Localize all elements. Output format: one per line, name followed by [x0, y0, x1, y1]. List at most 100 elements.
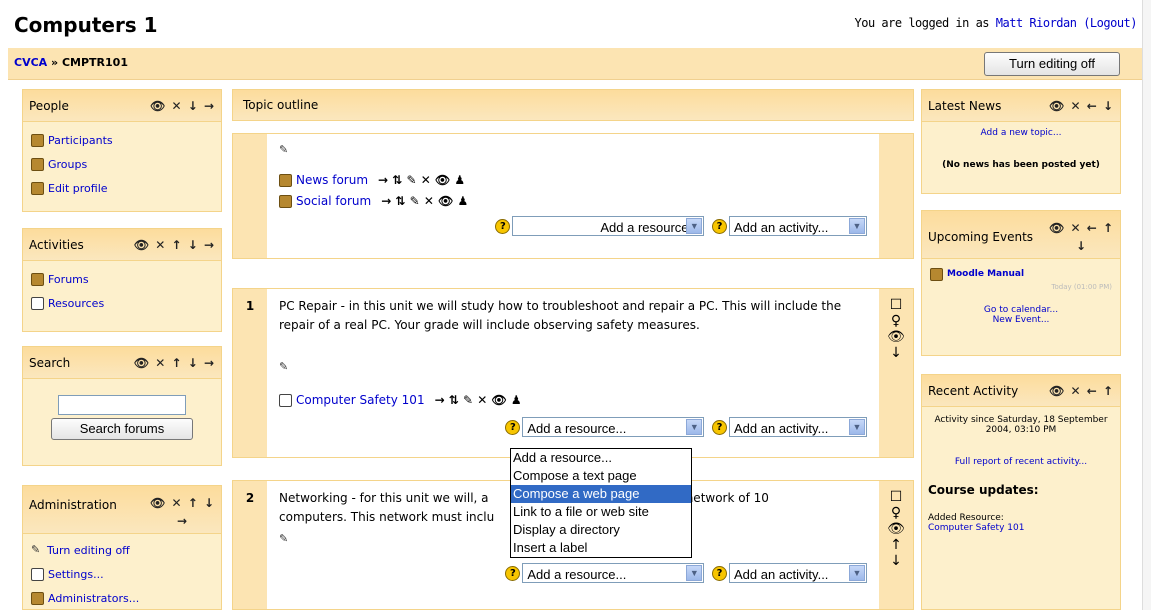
help-icon[interactable]: ? [495, 218, 511, 234]
add-resource-select[interactable]: Add a resource... ▼ [522, 563, 705, 583]
section-2-controls[interactable]: ☐ ♀ 👁 ↑ ↓ [879, 481, 913, 609]
dropdown-option[interactable]: Link to a file or web site [511, 503, 691, 521]
upcoming-events-controls[interactable]: 👁 ✕ ← ↑ ↓ [1049, 219, 1114, 255]
help-icon[interactable]: ? [505, 419, 521, 435]
computer-safety-link[interactable]: Computer Safety 101 [296, 391, 425, 410]
upcoming-events-controls-row1[interactable]: 👁 ✕ ← ↑ [1049, 221, 1114, 235]
login-info: You are logged in as Matt Riordan (Logou… [855, 16, 1138, 30]
forum-icon [31, 272, 44, 286]
search-forums-button[interactable]: Search forums [51, 418, 193, 440]
section-1-edit-summary[interactable]: ✎ [279, 357, 867, 389]
section-1-controls[interactable]: ☐ ♀ 👁 ↓ [879, 289, 913, 457]
add-activity-select[interactable]: Add an activity... ▼ [729, 563, 867, 583]
latest-news-block-header: Latest News 👁 ✕ ← ↓ [922, 90, 1120, 122]
dropdown-option[interactable]: Display a directory [511, 521, 691, 539]
user-link[interactable]: Matt Riordan [996, 16, 1077, 30]
news-forum-row: News forum → ⇅ ✎ ✕ 👁 ♟ [279, 170, 867, 191]
eye-icon: 👁 [887, 329, 905, 345]
edit-profile-link[interactable]: Edit profile [31, 176, 213, 200]
activities-block-header: Activities 👁 ✕ ↑ ↓ → [23, 229, 221, 261]
dropdown-option[interactable]: Insert a label [511, 539, 691, 557]
new-event-link[interactable]: New Event... [993, 315, 1050, 325]
help-icon[interactable]: ? [712, 419, 727, 435]
add-activity-select[interactable]: Add an activity... ▼ [729, 216, 867, 236]
add-resource-select-open[interactable]: Add a resource... ▼ [522, 417, 705, 437]
groups-link[interactable]: Groups [31, 152, 213, 176]
help-icon[interactable]: ? [712, 218, 727, 234]
recent-activity-block: Recent Activity 👁 ✕ ← ↑ Activity since S… [921, 374, 1121, 610]
resources-link[interactable]: Resources [31, 291, 213, 315]
settings-label[interactable]: Settings... [48, 568, 104, 581]
move-down-icon: ↓ [890, 345, 902, 361]
pencil-icon[interactable]: ✎ [279, 143, 291, 156]
chevron-down-icon: ▼ [686, 565, 703, 581]
recent-activity-controls[interactable]: 👁 ✕ ← ↑ [1049, 384, 1114, 398]
course-updates-title: Course updates: [928, 483, 1039, 497]
social-forum-controls[interactable]: → ⇅ ✎ ✕ 👁 ♟ [381, 192, 468, 211]
pencil-icon[interactable]: ✎ [279, 532, 291, 545]
administrators-label[interactable]: Administrators... [48, 592, 139, 605]
activities-block-controls[interactable]: 👁 ✕ ↑ ↓ → [134, 238, 215, 252]
settings-link[interactable]: Settings... [31, 562, 213, 586]
resource-dropdown-list[interactable]: Add a resource... Compose a text page Co… [510, 448, 692, 558]
administrators-link[interactable]: Administrators... [31, 586, 213, 610]
event-time: Today (01:00 PM) [1051, 283, 1112, 291]
search-block-title: Search [29, 355, 71, 370]
latest-news-block: Latest News 👁 ✕ ← ↓ Add a new topic... (… [921, 89, 1121, 194]
logout-link[interactable]: (Logout) [1083, 16, 1137, 30]
people-block-controls[interactable]: 👁 ✕ ↓ → [150, 99, 215, 113]
breadcrumb-home[interactable]: CVCA [14, 56, 47, 69]
forums-link[interactable]: Forums [31, 267, 213, 291]
section-0: ✎ News forum → ⇅ ✎ ✕ 👁 ♟ Social forum → ⇅ … [232, 133, 914, 259]
chevron-down-icon: ▼ [849, 565, 865, 581]
edit-profile-label[interactable]: Edit profile [48, 182, 108, 195]
section-0-edit-summary[interactable]: ✎ [279, 140, 867, 170]
news-forum-controls[interactable]: → ⇅ ✎ ✕ 👁 ♟ [378, 171, 465, 190]
resources-label[interactable]: Resources [48, 297, 104, 310]
social-forum-link[interactable]: Social forum [296, 192, 371, 211]
participants-link[interactable]: Participants [31, 128, 213, 152]
navbar [8, 48, 1142, 80]
activities-block: Activities 👁 ✕ ↑ ↓ → Forums Resources [22, 228, 222, 332]
participants-label[interactable]: Participants [48, 134, 113, 147]
dropdown-option-highlighted[interactable]: Compose a web page [511, 485, 691, 503]
event-link[interactable]: Moodle Manual [947, 269, 1024, 279]
upcoming-events-header: Upcoming Events 👁 ✕ ← ↑ ↓ [922, 211, 1120, 259]
computer-safety-controls[interactable]: → ⇅ ✎ ✕ 👁 ♟ [435, 391, 522, 410]
full-report-link[interactable]: Full report of recent activity... [955, 457, 1087, 467]
chevron-down-icon: ▼ [686, 419, 703, 435]
bulb-icon: ♀ [890, 505, 902, 521]
search-block-controls[interactable]: 👁 ✕ ↑ ↓ → [134, 356, 215, 370]
administration-block-controls[interactable]: 👁 ✕ ↑ ↓ → [150, 494, 215, 530]
help-icon[interactable]: ? [505, 565, 521, 581]
groups-label[interactable]: Groups [48, 158, 87, 171]
vertical-scrollbar[interactable] [1142, 0, 1151, 610]
administration-controls-row1[interactable]: 👁 ✕ ↑ ↓ [150, 496, 215, 510]
chevron-down-icon: ▼ [849, 218, 865, 234]
section-1-number: 1 [233, 289, 267, 457]
add-resource-value: Add a resource... [527, 567, 627, 582]
add-activity-select[interactable]: Add an activity... ▼ [729, 417, 867, 437]
event-icon [930, 267, 943, 281]
recent-resource-link[interactable]: Computer Safety 101 [928, 523, 1024, 533]
add-resource-select[interactable]: Add a resource... ▼ [512, 216, 705, 236]
dropdown-option[interactable]: Compose a text page [511, 467, 691, 485]
help-icon[interactable]: ? [712, 565, 727, 581]
administration-controls-row2[interactable]: → [177, 514, 188, 528]
turn-editing-off-link[interactable]: ✎ Turn editing off [31, 538, 213, 562]
activities-block-title: Activities [29, 237, 84, 252]
profile-icon [31, 181, 44, 195]
upcoming-events-controls-row2[interactable]: ↓ [1076, 239, 1087, 253]
go-to-calendar-link[interactable]: Go to calendar... [984, 305, 1058, 315]
news-forum-link[interactable]: News forum [296, 171, 368, 190]
section-2-number: 2 [233, 481, 267, 609]
latest-news-controls[interactable]: 👁 ✕ ← ↓ [1049, 99, 1114, 113]
turn-editing-off-button[interactable]: Turn editing off [984, 52, 1120, 76]
turn-editing-off-label[interactable]: Turn editing off [47, 544, 130, 557]
pencil-icon[interactable]: ✎ [279, 360, 291, 373]
settings-icon [31, 567, 44, 581]
forums-label[interactable]: Forums [48, 273, 89, 286]
search-input[interactable] [58, 395, 186, 415]
dropdown-option[interactable]: Add a resource... [511, 449, 691, 467]
add-topic-link[interactable]: Add a new topic... [981, 128, 1062, 138]
